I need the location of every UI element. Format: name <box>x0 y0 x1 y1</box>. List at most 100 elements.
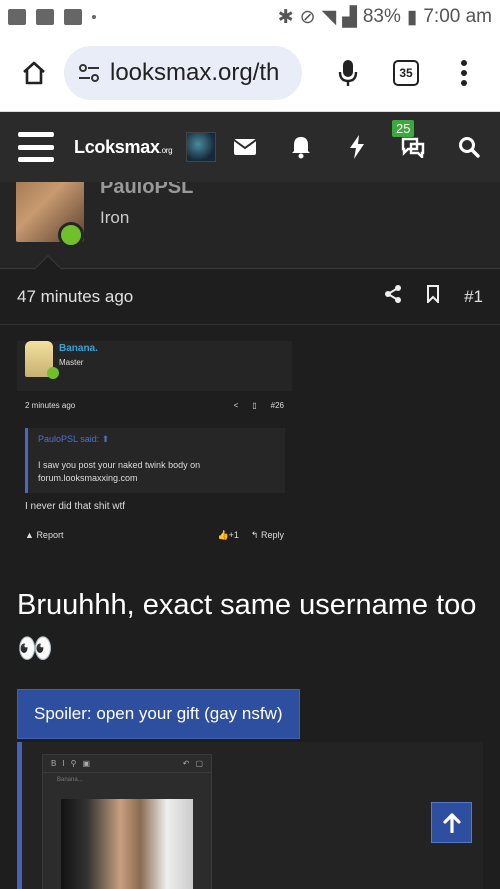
quote-arrow-icon: ⬆ <box>101 434 110 444</box>
home-icon <box>23 61 45 84</box>
editor-placeholder: Banana... <box>57 777 83 783</box>
tab-switcher-button[interactable]: 35 <box>384 51 428 95</box>
bluetooth-icon: ✱ <box>277 6 294 28</box>
battery-text: 83% <box>362 6 401 27</box>
undo-icon: ↶ <box>182 759 190 768</box>
post-time[interactable]: 47 minutes ago <box>17 287 384 307</box>
embedded-screenshot: Banana. Master 2 minutes ago < ▯ #26 Pau… <box>17 341 292 541</box>
status-right: ✱ ⊘ ◥ ▟ 83% ▮ 7:00 am <box>278 6 492 29</box>
envelope-icon <box>233 139 257 155</box>
logo-suffix: .org <box>159 145 173 155</box>
scroll-to-top-button[interactable] <box>431 802 472 843</box>
embed-like-count: +1 <box>228 530 239 540</box>
status-left <box>8 9 278 25</box>
post-meta: 47 minutes ago #1 <box>0 269 500 325</box>
post-actions: #1 <box>384 284 483 309</box>
embed-username: Banana. <box>59 343 98 354</box>
browser-toolbar: looksmax.org/th 35 <box>0 34 500 112</box>
site-settings-icon[interactable] <box>78 63 100 82</box>
home-button[interactable] <box>14 53 54 93</box>
post-body: Bruuhhh, exact same username too 👀 <box>17 589 477 665</box>
whats-new-button[interactable] <box>344 134 370 160</box>
voice-search-button[interactable] <box>326 51 370 95</box>
embed-user-header: Banana. Master <box>17 341 292 391</box>
spoiler-button[interactable]: Spoiler: open your gift (gay nsfw) <box>17 689 300 739</box>
account-avatar[interactable] <box>186 132 217 162</box>
logo-text: Lcoksmax <box>74 136 160 157</box>
italic-icon: I <box>62 759 65 768</box>
embed-bell-icon: ▲ <box>25 530 34 540</box>
hamburger-menu-button[interactable] <box>18 132 54 162</box>
battery-icon: ▮ <box>406 6 418 28</box>
search-button[interactable] <box>456 134 482 160</box>
quote-author: PauloPSL said: ⬆ <box>38 434 275 445</box>
notification-badge: 25 <box>392 120 415 137</box>
share-button[interactable] <box>384 284 402 309</box>
bold-icon: B <box>51 759 57 768</box>
embed-reply-text: I never did that shit wtf <box>25 501 126 512</box>
microphone-icon <box>338 59 358 86</box>
embed-time: 2 minutes ago <box>25 401 76 410</box>
signal-icon: ▟ <box>342 6 357 28</box>
embed-meta: 2 minutes ago < ▯ #26 <box>17 391 292 418</box>
hamburger-line <box>18 144 54 150</box>
site-logo[interactable]: Lcoksmax.org <box>74 136 173 158</box>
embed-foot-actions: 👍+1 ↰ Reply <box>217 530 284 541</box>
thread-content: PauloPSL Iron 47 minutes ago #1 Banana. … <box>0 182 500 889</box>
embed-share-icon: < <box>233 401 239 410</box>
status-bar: ✱ ⊘ ◥ ▟ 83% ▮ 7:00 am <box>0 0 500 34</box>
editor-screenshot: B I ⚲ ▣ ↶ ▢ Banana... <box>42 754 212 889</box>
nav-icons: 25 <box>232 120 482 160</box>
arrow-up-icon <box>442 812 461 833</box>
image-icon: ▣ <box>82 759 90 768</box>
quote-author-text: PauloPSL said: <box>38 434 100 444</box>
online-indicator <box>58 222 84 248</box>
post-username[interactable]: PauloPSL <box>100 182 193 199</box>
hamburger-line <box>18 157 54 162</box>
share-icon <box>385 285 402 303</box>
editor-toolbar: B I ⚲ ▣ ↶ ▢ <box>43 755 211 773</box>
post-number[interactable]: #1 <box>464 287 483 307</box>
more-vert-icon <box>461 59 467 86</box>
embed-thumbs-up-icon: 👍 <box>217 530 229 540</box>
browser-menu-button[interactable] <box>442 51 486 95</box>
embed-post-number: #26 <box>270 401 284 410</box>
inbox-button[interactable] <box>232 134 258 160</box>
search-icon <box>459 137 480 158</box>
wifi-icon: ◥ <box>321 6 337 28</box>
spoiler-content: B I ⚲ ▣ ↶ ▢ Banana... <box>17 742 483 889</box>
user-rank: Iron <box>100 208 130 227</box>
embed-reply-label: Reply <box>260 530 284 540</box>
embed-reply-icon: ↰ <box>250 530 259 540</box>
address-bar[interactable]: looksmax.org/th <box>64 45 302 100</box>
quote-text: I saw you post your naked twink body on … <box>38 460 201 483</box>
clock: 7:00 am <box>423 6 492 27</box>
hamburger-line <box>18 132 54 137</box>
dot-icon <box>92 15 96 19</box>
embed-like: 👍+1 <box>217 530 238 541</box>
tab-count: 35 <box>393 59 419 86</box>
embed-quote: PauloPSL said: ⬆ I saw you post your nak… <box>25 428 285 493</box>
bookmark-icon <box>427 285 440 305</box>
mute-icon: ⊘ <box>299 6 316 28</box>
embed-report: ▲ Report <box>25 530 217 541</box>
lightning-icon <box>350 135 364 159</box>
embed-actions: < ▯ #26 <box>234 401 284 410</box>
site-nav: Lcoksmax.org 25 <box>0 112 500 182</box>
bell-icon <box>292 137 310 159</box>
chat-bubbles-icon <box>401 137 425 158</box>
embed-bookmark-icon: ▯ <box>252 401 257 410</box>
embed-report-label: Report <box>36 530 64 540</box>
bookmark-button[interactable] <box>426 285 440 308</box>
embed-reply-btn: ↰ Reply <box>251 530 284 541</box>
conversations-button[interactable]: 25 <box>392 120 426 160</box>
alerts-button[interactable] <box>288 134 314 160</box>
link-icon: ⚲ <box>70 759 77 768</box>
embed-footer: ▲ Report 👍+1 ↰ Reply <box>17 512 292 541</box>
embed-online-indicator <box>47 367 59 379</box>
cloud-icon <box>36 9 54 25</box>
post-user-card: PauloPSL Iron <box>0 182 500 284</box>
url-text: looksmax.org/th <box>110 58 280 86</box>
cast-icon <box>8 9 26 25</box>
preview-icon: ▢ <box>195 759 203 768</box>
